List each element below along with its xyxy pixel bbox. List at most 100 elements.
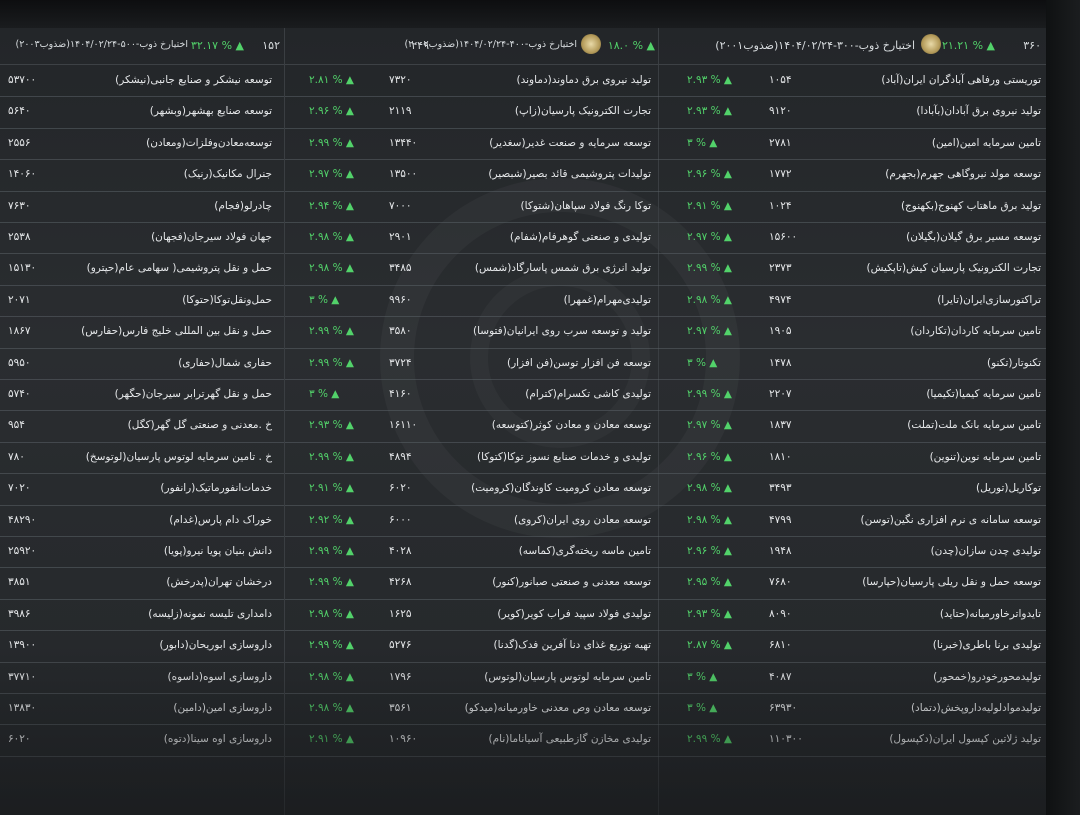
table-row[interactable]: تایدواترخاورمیانه(حتاید) ۸۰۹۰ ۲.۹۳ % ▲ <box>659 599 1046 632</box>
table-row[interactable]: توریستی ورفاهی آبادگران ایران(آباد) ۱۰۵۴ ۲… <box>659 65 1046 98</box>
last-price: ۱۳۸۳۰ <box>8 702 37 714</box>
last-price: ۷۸۰ <box>8 450 25 463</box>
table-row[interactable]: داروسازی امین(دامین) ۱۳۸۳۰ <box>0 693 284 726</box>
table-row[interactable]: حمل و نقل گهرترابر سیرجان(حگهر) ۵۷۴۰ <box>0 379 284 412</box>
symbol-name: تولیدی برنا باطری(خبرنا) <box>932 639 1041 652</box>
last-price: ۳۸۵۱ <box>8 576 31 589</box>
last-price: ۲۵۵۶ <box>8 136 31 149</box>
last-price: ۱۹۴۸ <box>769 545 792 557</box>
symbol-name: داروسازی‌ اوه سینا(دتوه) <box>163 733 272 746</box>
table-row[interactable]: تولیدی برنا باطری(خبرنا) ۶۸۱۰ ۲.۸۷ % ▲ <box>659 630 1046 663</box>
last-price: ۴۷۹۹ <box>769 513 792 526</box>
symbol-name: حمل و نقل گهرترابر سیرجان(حگهر) <box>114 388 272 400</box>
table-row[interactable]: داروسازی اسوه(داسوه) ۳۷۷۱۰ <box>0 662 284 694</box>
symbol-name: توسعه‌معادن‌وفلزات(ومعادن) <box>146 136 272 149</box>
table-row[interactable]: تولیدی کاشی تکسرام(کترام) ۴۱۶۰ <box>285 379 659 412</box>
last-price: ۲۷۸۱ <box>769 136 792 149</box>
table-row[interactable]: توسعه‌معادن‌وفلزات(ومعادن) ۲۵۵۶ <box>0 128 284 161</box>
last-price: ۵۶۴۰ <box>8 105 31 118</box>
symbol-name: تولیدی چدن سازان(چدن) <box>930 545 1041 557</box>
table-row[interactable]: تولید نیروی برق آبادان(بآبادا) ۹۱۲۰ ۲.۹۳ %… <box>659 96 1046 129</box>
header-title: اختیارخ ذوب-۳۰۰-۱۴۰۴/۰۲/۲۴(ضذوب۲۰۰۱) <box>715 39 915 52</box>
symbol-name: تولیدی فولاد سپید فراب کویر(کویر) <box>497 607 651 620</box>
percent-change-left-panel: ۳ % ▲ <box>309 293 340 306</box>
table-row[interactable]: جنرال مکانیک(رنیک) ۱۴۰۶۰ <box>0 159 284 192</box>
symbol-name: توکا رنگ فولاد سپاهان(شتوکا) <box>520 199 651 212</box>
table-row[interactable]: حفاری شمال(حفاری) ۵۹۵۰ <box>0 348 284 380</box>
table-row[interactable]: چادرلو(فجام) ۷۶۳۰ <box>0 191 284 223</box>
table-row[interactable]: تولید برق ماهتاب کهنوج(بکهنوج) ۱۰۲۴ ۲.۹۱ %… <box>659 191 1046 223</box>
percent-change: ۲.۹۵ % ▲ <box>687 576 732 589</box>
last-price: ۱۴۷۸ <box>769 356 792 369</box>
header-title: اختیارخ ذوب-۵۰۰-۱۴۰۴/۰۲/۲۴(ضذوب۲۰۰۳) <box>15 39 189 50</box>
table-row[interactable]: درخشان تهران(پدرخش) ۳۸۵۱ <box>0 567 284 600</box>
last-price: ۴۸۹۴ <box>389 450 412 463</box>
symbol-name: توریستی ورفاهی آبادگران ایران(آباد) <box>881 74 1041 86</box>
percent-change: ۲.۹۸ % ▲ <box>687 482 732 495</box>
table-row[interactable]: توسعه نیشکر و صنایع جانبی(نیشکر) ۵۳۷۰۰ <box>0 65 284 98</box>
table-row[interactable]: داروسازی‌ اوه سینا(دتوه) ۶۰۲۰ <box>0 724 284 757</box>
last-price: ۱۹۰۵ <box>769 325 792 338</box>
table-row[interactable]: توسعه مسیر برق گیلان(بگیلان) ۱۵۶۰۰ ۲.۹۷ % … <box>659 222 1046 255</box>
table-row[interactable]: خدمات‌انفورماتیک(رانفور) ۷۰۲۰ <box>0 473 284 506</box>
table-row[interactable]: خ . تامین سرمایه لوتوس پارسیان(لوتوسخ) ۷۸… <box>0 442 284 475</box>
table-row[interactable]: تجارت الکترونیک پارسیان کیش(تاپکیش) ۲۳۷۳ ۲… <box>659 253 1046 286</box>
table-row[interactable]: توسعه صنایع بهشهر(وبشهر) ۵۶۴۰ <box>0 96 284 129</box>
percent-change-left-panel: ۲.۹۲ % ▲ <box>309 513 354 526</box>
symbol-name: داروسازی ابوریحان(دابور) <box>159 639 272 652</box>
percent-change: ۲.۹۶ % ▲ <box>687 168 732 181</box>
last-price: ۶۰۲۰ <box>8 733 31 746</box>
percent-change: ۲.۸۷ % ▲ <box>687 639 732 652</box>
percent-change-left-panel: ۳ % ▲ <box>309 388 340 400</box>
table-row[interactable]: حمل و نقل بین المللی خلیج فارس(حفارس) ۱۸۶… <box>0 316 284 349</box>
last-price: ۱۶۱۱۰ <box>389 419 418 432</box>
symbol-name: توسعه سرمایه و صنعت غدیر(سغدیر) <box>489 136 651 149</box>
symbol-name: توسعه معادن روی ایران(کروی) <box>513 513 651 526</box>
last-price: ۱۱۰۳۰۰ <box>769 733 803 746</box>
percent-change: ۲.۹۷ % ▲ <box>687 325 732 338</box>
last-price: ۷۰۰۰ <box>389 199 412 212</box>
table-row[interactable]: تامین سرمایه امین(امین) ۲۷۸۱ ۳ % ▲ <box>659 128 1046 161</box>
table-row[interactable]: توسعه سامانه ی نرم افزاری نگین(توسن) ۴۷۹۹… <box>659 505 1046 537</box>
percent-change-left-panel: ۲.۹۹ % ▲ <box>309 325 354 338</box>
symbol-name: درخشان تهران(پدرخش) <box>166 576 272 589</box>
table-row[interactable]: تامین سرمایه نوین(تنوین) ۱۸۱۰ ۲.۹۶ % ▲ <box>659 442 1046 475</box>
table-row[interactable]: داروسازی ابوریحان(دابور) ۱۳۹۰۰ <box>0 630 284 663</box>
table-row[interactable]: تولید ژلاتین کپسول ایران(دکپسول) ۱۱۰۳۰۰ ۲.… <box>659 724 1046 757</box>
table-row[interactable]: حمل‌ونقل‌توکا(حتوکا) ۲۰۷۱ <box>0 285 284 318</box>
table-row[interactable]: تولیدی چدن سازان(چدن) ۱۹۴۸ ۲.۹۶ % ▲ <box>659 536 1046 569</box>
table-row[interactable]: تامین سرمایه کاردان(تکاردان) ۱۹۰۵ ۲.۹۷ % ▲ <box>659 316 1046 349</box>
percent-change: ۲.۹۳ % ▲ <box>687 74 732 86</box>
table-row[interactable]: تولیدی‌مهرام(غمهرا) ۹۹۶۰ <box>285 285 659 318</box>
symbol-name: توسعه نیشکر و صنایع جانبی(نیشکر) <box>115 74 272 86</box>
last-price: ۲۵۳۸ <box>8 231 31 243</box>
table-row[interactable]: تولیدمحورخودرو(خمحور) ۴۰۸۷ ۳ % ▲ <box>659 662 1046 694</box>
last-price: ۴۸۲۹۰ <box>8 513 37 526</box>
screen-right-bezel <box>1046 0 1080 815</box>
percent-change-left-panel: ۲.۹۹ % ▲ <box>309 576 354 589</box>
last-price: ۲۲۰۷ <box>769 388 792 400</box>
table-row[interactable]: خوراک دام پارس(غدام) ۴۸۲۹۰ <box>0 505 284 537</box>
table-row[interactable]: تولیدموادلولیه‌داروپخش(دتماد) ۶۳۹۳۰ ۳ % ▲ <box>659 693 1046 726</box>
symbol-name: تامین سرمایه امین(امین) <box>931 136 1041 149</box>
percent-change: ۲.۹۳ % ▲ <box>687 105 732 118</box>
exchange-emblem-icon <box>921 34 941 54</box>
percent-change: ۲.۹۶ % ▲ <box>687 450 732 463</box>
table-row[interactable]: تکنوتار(تکنو) ۱۴۷۸ ۳ % ▲ <box>659 348 1046 380</box>
last-price: ۱۰۵۴ <box>769 74 792 86</box>
symbol-name: تامین سرمایه لوتوس پارسیان(لوتوس) <box>484 670 651 683</box>
symbol-name: توکاریل(توریل) <box>976 482 1041 495</box>
percent-change-left-panel: ۲.۹۹ % ▲ <box>309 356 354 369</box>
last-price: ۳۵۸۰ <box>389 325 412 338</box>
table-row[interactable]: توسعه مولد نیروگاهی جهرم(بجهرم) ۱۷۷۲ ۲.۹۶ … <box>659 159 1046 192</box>
table-row[interactable]: تراکتورسازی‌ایران(تایرا) ۴۹۷۴ ۲.۹۸ % ▲ <box>659 285 1046 318</box>
table-row[interactable]: خ .معدنی و صنعتی گل گهر(کگل) ۹۵۴ <box>0 410 284 443</box>
table-row[interactable]: دامداری تلیسه نمونه(زلیسه) ۳۹۸۶ <box>0 599 284 632</box>
table-row[interactable]: دانش بنیان پویا نیرو(پویا) ۲۵۹۲۰ <box>0 536 284 569</box>
table-row[interactable]: توکاریل(توریل) ۳۴۹۳ ۲.۹۸ % ▲ <box>659 473 1046 506</box>
table-row[interactable]: توسعه حمل و نقل ریلی پارسیان(حپارسا) ۷۶۸۰… <box>659 567 1046 600</box>
table-row[interactable]: تامین سرمایه کیمیا(تکیمیا) ۲۲۰۷ ۲.۹۹ % ▲ <box>659 379 1046 412</box>
table-row[interactable]: تامین سرمایه بانک ملت(تملت) ۱۸۳۷ ۲.۹۷ % ▲ <box>659 410 1046 443</box>
table-row[interactable]: حمل و نقل پتروشیمی( سهامی عام(حپترو) ۱۵۱۳… <box>0 253 284 286</box>
table-row[interactable]: جهان فولاد سیرجان(فجهان) ۲۵۳۸ <box>0 222 284 255</box>
